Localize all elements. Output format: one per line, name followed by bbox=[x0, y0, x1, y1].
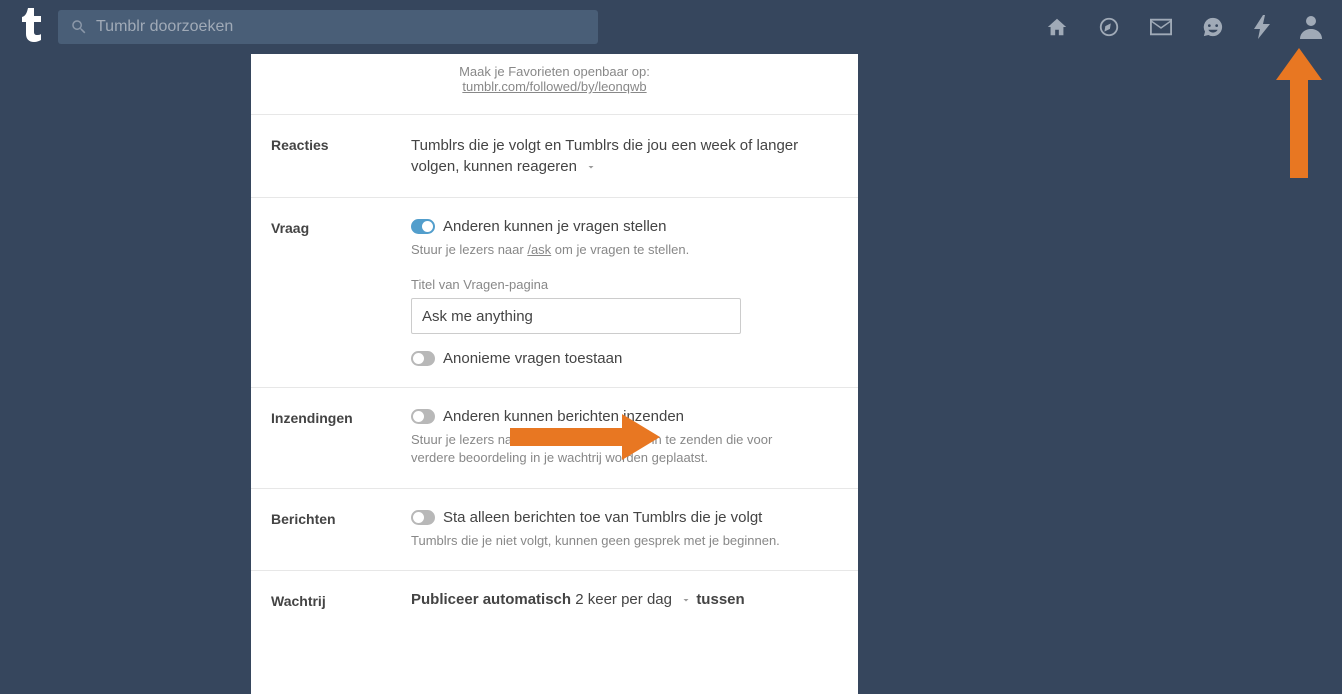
messages-toggle-label: Sta alleen berichten toe van Tumblrs die… bbox=[443, 509, 762, 526]
favorites-link[interactable]: tumblr.com/followed/by/leonqwb bbox=[462, 79, 646, 94]
reactions-section: Reacties Tumblrs die je volgt en Tumblrs… bbox=[251, 115, 858, 198]
messages-toggle[interactable] bbox=[411, 510, 435, 525]
tumblr-logo[interactable] bbox=[20, 8, 42, 47]
anon-toggle[interactable] bbox=[411, 351, 435, 366]
account-icon[interactable] bbox=[1300, 15, 1322, 39]
reactions-text: Tumblrs die je volgt en Tumblrs die jou … bbox=[411, 137, 798, 175]
messaging-icon[interactable] bbox=[1202, 16, 1224, 38]
search-container bbox=[58, 10, 598, 44]
ask-section: Vraag Anderen kunnen je vragen stellen S… bbox=[251, 198, 858, 388]
queue-label: Wachtrij bbox=[271, 591, 411, 609]
home-icon[interactable] bbox=[1046, 16, 1068, 38]
nav-icons bbox=[1046, 15, 1322, 39]
ask-label: Vraag bbox=[271, 218, 411, 236]
reactions-label: Reacties bbox=[271, 135, 411, 153]
chevron-down-icon[interactable] bbox=[680, 594, 692, 606]
top-bar bbox=[0, 0, 1342, 54]
submit-toggle-label: Anderen kunnen berichten inzenden bbox=[443, 408, 684, 425]
ask-field-label: Titel van Vragen-pagina bbox=[411, 277, 818, 292]
ask-toggle[interactable] bbox=[411, 219, 435, 234]
submit-subtext: Stuur je lezers naar /submit om berichte… bbox=[411, 431, 818, 467]
submit-label: Inzendingen bbox=[271, 408, 411, 426]
messages-label: Berichten bbox=[271, 509, 411, 527]
messages-section: Berichten Sta alleen berichten toe van T… bbox=[251, 489, 858, 571]
annotation-arrow-top bbox=[1274, 48, 1324, 178]
settings-panel: Maak je Favorieten openbaar op: tumblr.c… bbox=[251, 54, 858, 694]
explore-icon[interactable] bbox=[1098, 16, 1120, 38]
queue-line: Publiceer automatisch 2 keer per dag tus… bbox=[411, 591, 818, 608]
ask-toggle-label: Anderen kunnen je vragen stellen bbox=[443, 218, 667, 235]
tumblr-logo-icon bbox=[20, 8, 42, 42]
submit-toggle[interactable] bbox=[411, 409, 435, 424]
submit-link[interactable]: /submit bbox=[527, 432, 569, 447]
anon-toggle-label: Anonieme vragen toestaan bbox=[443, 350, 622, 367]
chevron-down-icon[interactable] bbox=[585, 161, 597, 173]
search-input[interactable] bbox=[58, 10, 598, 44]
inbox-icon[interactable] bbox=[1150, 18, 1172, 36]
ask-subtext: Stuur je lezers naar /ask om je vragen t… bbox=[411, 241, 818, 259]
favorites-section: Maak je Favorieten openbaar op: tumblr.c… bbox=[251, 54, 858, 115]
ask-title-input[interactable] bbox=[411, 298, 741, 334]
ask-link[interactable]: /ask bbox=[527, 242, 551, 257]
queue-section: Wachtrij Publiceer automatisch 2 keer pe… bbox=[251, 571, 858, 629]
search-icon bbox=[70, 18, 88, 36]
favorites-label: Maak je Favorieten openbaar op: bbox=[291, 64, 818, 79]
submit-section: Inzendingen Anderen kunnen berichten inz… bbox=[251, 388, 858, 488]
messages-subtext: Tumblrs die je niet volgt, kunnen geen g… bbox=[411, 532, 818, 550]
activity-icon[interactable] bbox=[1254, 15, 1270, 39]
